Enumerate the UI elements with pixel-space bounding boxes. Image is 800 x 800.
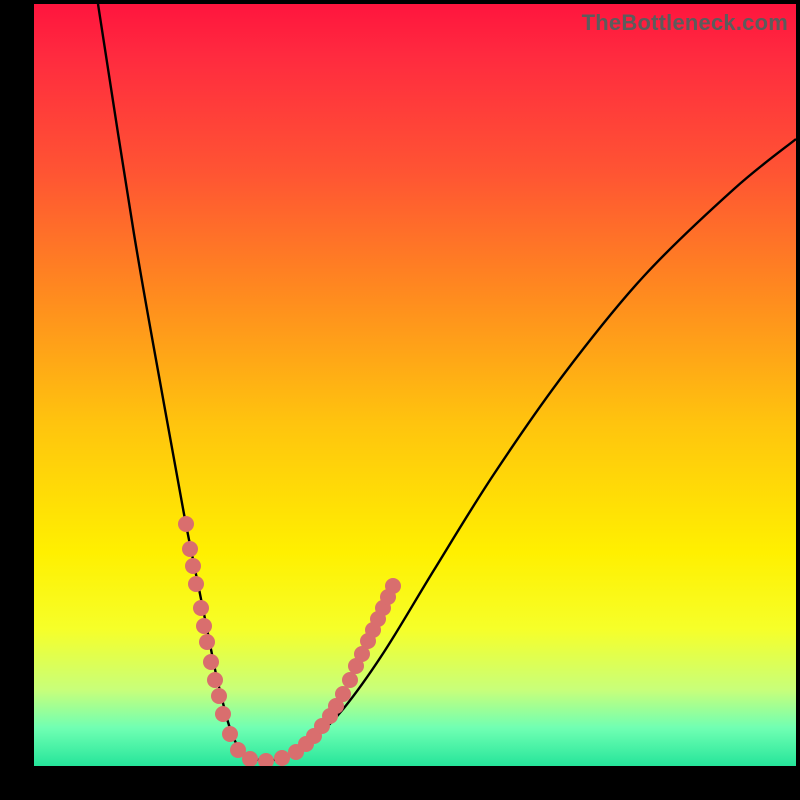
data-point <box>222 726 238 742</box>
data-point <box>193 600 209 616</box>
chart-frame: TheBottleneck.com <box>0 0 800 800</box>
data-point <box>211 688 227 704</box>
data-point <box>196 618 212 634</box>
data-point <box>203 654 219 670</box>
marker-dots <box>178 516 401 766</box>
data-point <box>207 672 223 688</box>
data-point <box>182 541 198 557</box>
data-point <box>274 750 290 766</box>
data-point <box>385 578 401 594</box>
chart-svg <box>34 4 796 766</box>
data-point <box>258 753 274 766</box>
data-point <box>342 672 358 688</box>
data-point <box>188 576 204 592</box>
data-point <box>178 516 194 532</box>
data-point <box>199 634 215 650</box>
plot-area: TheBottleneck.com <box>34 4 796 766</box>
data-point <box>215 706 231 722</box>
data-point <box>185 558 201 574</box>
data-point <box>335 686 351 702</box>
